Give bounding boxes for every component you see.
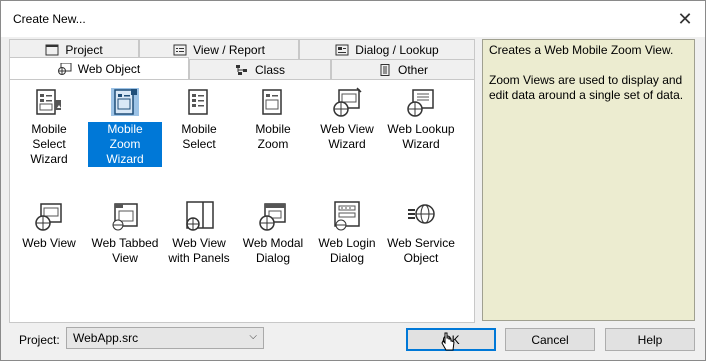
tab-label: Class — [254, 62, 285, 77]
tab-control: Project View / Report Dialog / Lookup We… — [9, 39, 475, 323]
web-lookup-wizard-icon — [405, 86, 437, 118]
template-list: Mobile Select Wizard Mobile Zoom Wizard Mo… — [9, 79, 475, 323]
tab-class[interactable]: Class — [189, 59, 331, 79]
description-panel: Creates a Web Mobile Zoom View. Zoom Vie… — [482, 39, 695, 321]
template-label: Mobile Select Wizard — [30, 122, 68, 166]
document-icon — [380, 63, 390, 76]
hand-cursor-icon — [441, 332, 455, 351]
project-value: WebApp.src — [73, 331, 139, 345]
template-label: Web Modal Dialog — [242, 236, 304, 265]
template-web-lookup-wizard[interactable]: Web Lookup Wizard — [384, 86, 458, 152]
template-web-service-object[interactable]: Web Service Object — [384, 200, 458, 266]
template-label: Mobile Zoom Wizard — [88, 122, 162, 167]
tab-web-object[interactable]: Web Object — [9, 57, 189, 79]
web-view-icon — [33, 200, 65, 232]
description-summary: Creates a Web Mobile Zoom View. — [489, 43, 674, 57]
mobile-zoom-wizard-icon — [109, 86, 141, 118]
description-detail: Zoom Views are used to display and edit … — [489, 73, 684, 102]
cancel-button[interactable]: Cancel — [505, 328, 595, 351]
web-login-dialog-icon — [331, 200, 363, 232]
template-label: Web View — [22, 236, 76, 250]
template-label: Web Tabbed View — [91, 236, 159, 265]
chevron-down-icon: ⌵ — [249, 331, 257, 342]
web-service-object-icon — [405, 200, 437, 232]
template-mobile-zoom-wizard[interactable]: Mobile Zoom Wizard — [88, 86, 162, 167]
tab-other[interactable]: Other — [331, 59, 475, 79]
mobile-select-wizard-icon — [33, 86, 65, 118]
template-label: Web Service Object — [387, 236, 455, 265]
template-label: Web View Wizard — [320, 122, 374, 151]
template-label: Mobile Zoom — [255, 122, 291, 151]
help-button[interactable]: Help — [605, 328, 695, 351]
web-object-icon — [57, 62, 72, 75]
tab-label: Web Object — [77, 61, 141, 76]
project-label: Project: — [19, 333, 60, 347]
mobile-zoom-icon — [257, 86, 289, 118]
template-web-view-panels[interactable]: Web View with Panels — [162, 200, 236, 266]
web-view-wizard-icon — [331, 86, 363, 118]
tab-label: Dialog / Lookup — [355, 42, 439, 57]
template-label: Mobile Select — [181, 122, 217, 151]
project-dropdown[interactable]: WebApp.src ⌵ — [66, 327, 264, 349]
dialog-footer: Project: WebApp.src ⌵ OK Cancel Help — [1, 323, 705, 360]
window-icon — [45, 44, 59, 55]
template-web-modal-dialog[interactable]: Web Modal Dialog — [236, 200, 310, 266]
mobile-select-icon — [183, 86, 215, 118]
template-label: Web Lookup Wizard — [387, 122, 455, 151]
tab-project[interactable]: Project — [9, 39, 139, 59]
template-mobile-select-wizard[interactable]: Mobile Select Wizard — [12, 86, 86, 167]
create-new-dialog: Create New... ✕ Project View / Report Di… — [0, 0, 706, 361]
tab-dialog-lookup[interactable]: Dialog / Lookup — [299, 39, 475, 59]
template-web-view[interactable]: Web View — [12, 200, 86, 251]
class-icon — [235, 64, 247, 75]
close-icon[interactable]: ✕ — [673, 7, 697, 31]
template-web-tabbed-view[interactable]: Web Tabbed View — [88, 200, 162, 266]
template-mobile-zoom[interactable]: Mobile Zoom — [236, 86, 310, 152]
web-view-panels-icon — [183, 200, 215, 232]
tab-label: Other — [397, 62, 428, 77]
tab-view-report[interactable]: View / Report — [139, 39, 299, 59]
template-label: Web Login Dialog — [318, 236, 376, 265]
title-bar: Create New... ✕ — [1, 1, 705, 37]
template-mobile-select[interactable]: Mobile Select — [162, 86, 236, 152]
dialog-icon — [335, 44, 349, 55]
template-web-login-dialog[interactable]: Web Login Dialog — [310, 200, 384, 266]
tab-label: View / Report — [193, 42, 265, 57]
tab-label: Project — [65, 42, 103, 57]
web-tabbed-view-icon — [109, 200, 141, 232]
form-icon — [173, 44, 187, 55]
template-label: Web View with Panels — [168, 236, 230, 265]
template-web-view-wizard[interactable]: Web View Wizard — [310, 86, 384, 152]
dialog-title: Create New... — [13, 12, 86, 26]
web-modal-dialog-icon — [257, 200, 289, 232]
